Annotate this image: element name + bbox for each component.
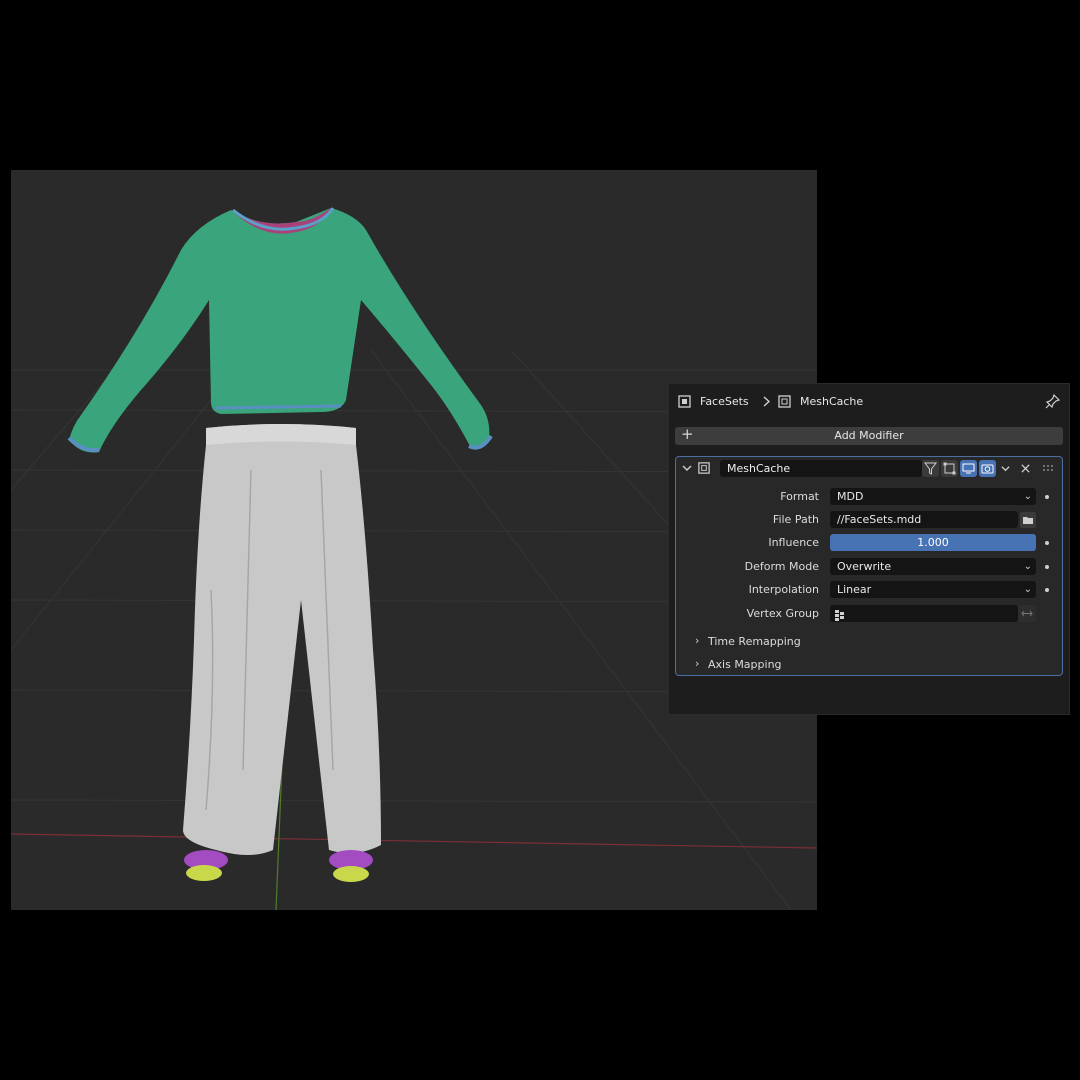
vertex-group-label: Vertex Group [746,607,819,620]
filter-icon[interactable] [922,460,939,477]
vertex-group-field[interactable] [830,605,1018,622]
shirt-mesh [67,207,493,453]
axis-mapping-label: Axis Mapping [708,658,782,671]
chevron-down-icon: ⌄ [1023,561,1032,572]
interpolation-label: Interpolation [748,583,819,596]
format-dropdown[interactable]: MDD ⌄ [830,488,1036,505]
filepath-label: File Path [772,513,819,526]
monitor-icon[interactable] [960,460,977,477]
chevron-down-icon: ⌄ [1023,584,1032,595]
influence-label: Influence [768,536,819,549]
chevron-right-icon: › [695,634,700,647]
filepath-row: File Path //FaceSets.mdd [676,510,1062,529]
meshcache-modifier-box: MeshCache Format MDD ⌄ File Path //FaceS… [675,456,1063,676]
modifier-properties-panel: FaceSets MeshCache + Add Modifier MeshCa… [668,383,1070,715]
deform-mode-label: Deform Mode [744,560,819,573]
modifier-icon [778,395,791,408]
interpolation-value: Linear [837,583,872,596]
keyframe-dot[interactable] [1045,495,1049,499]
pin-icon[interactable] [1045,393,1061,409]
breadcrumb-modifier[interactable]: MeshCache [800,395,863,408]
drag-handle-icon[interactable] [1042,464,1054,472]
axis-mapping-subpanel[interactable]: › Axis Mapping [695,657,782,671]
format-value: MDD [837,490,864,503]
breadcrumb-object[interactable]: FaceSets [700,395,749,408]
influence-slider[interactable]: 1.000 [830,534,1036,551]
deform-mode-dropdown[interactable]: Overwrite ⌄ [830,558,1036,575]
filepath-field[interactable]: //FaceSets.mdd [830,511,1018,528]
interpolation-row: Interpolation Linear ⌄ [676,580,1062,599]
modifier-type-icon [698,462,710,474]
chevron-right-icon: › [695,657,700,670]
object-icon [678,395,691,408]
x-axis-line [11,833,817,849]
folder-icon[interactable] [1020,512,1036,528]
add-modifier-button[interactable]: + Add Modifier [675,425,1063,445]
interpolation-dropdown[interactable]: Linear ⌄ [830,581,1036,598]
keyframe-dot[interactable] [1045,588,1049,592]
modifier-name-field[interactable]: MeshCache [720,460,922,477]
deform-mode-row: Deform Mode Overwrite ⌄ [676,557,1062,576]
camera-icon[interactable] [979,460,996,477]
expand-icon[interactable] [681,462,693,474]
keyframe-dot[interactable] [1045,541,1049,545]
close-icon[interactable] [1020,463,1031,474]
format-row: Format MDD ⌄ [676,487,1062,506]
time-remapping-subpanel[interactable]: › Time Remapping [695,634,801,648]
add-modifier-label: Add Modifier [834,429,904,442]
modifier-header: MeshCache [676,457,1062,479]
dropdown-icon[interactable] [1000,463,1011,474]
chevron-down-icon: ⌄ [1023,491,1032,502]
editmode-icon[interactable] [941,460,958,477]
panel-header: FaceSets MeshCache [669,384,1069,420]
keyframe-dot[interactable] [1045,565,1049,569]
chevron-right-icon [763,396,771,407]
vertex-group-row: Vertex Group [676,604,1062,623]
deform-mode-value: Overwrite [837,560,892,573]
vertex-group-icon [835,610,844,621]
pants-mesh [183,424,381,855]
format-label: Format [780,490,819,503]
time-remapping-label: Time Remapping [708,635,801,648]
swap-icon[interactable] [1018,605,1036,622]
influence-row: Influence 1.000 [676,533,1062,552]
